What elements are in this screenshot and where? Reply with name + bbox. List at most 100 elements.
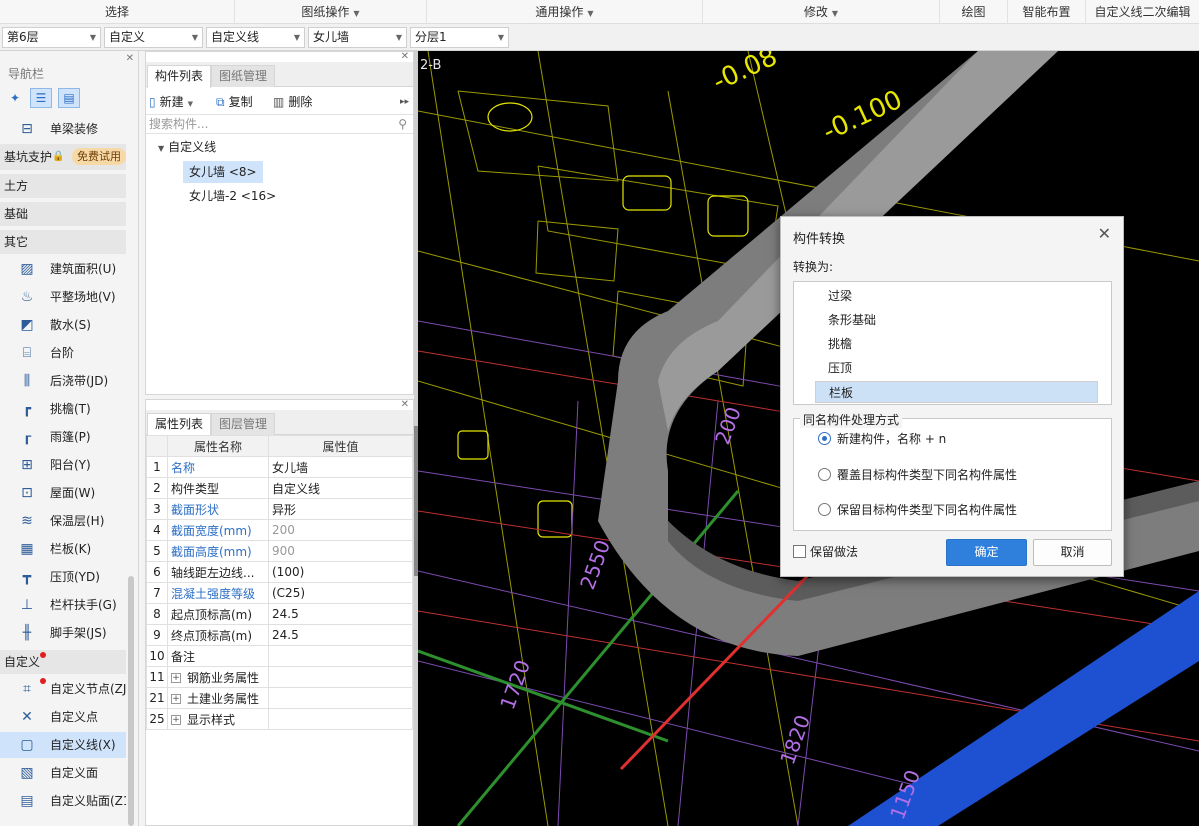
close-icon[interactable]: ✕: [401, 399, 409, 410]
nav-item-coping[interactable]: ┳ 压顶(YD): [0, 564, 126, 590]
prop-value[interactable]: 自定义线: [268, 477, 413, 499]
prop-value[interactable]: 900: [268, 540, 413, 562]
option-overwrite[interactable]: 覆盖目标构件类型下同名构件属性: [818, 465, 1017, 485]
table-row[interactable]: 25 + 显示样式: [146, 708, 413, 730]
nav-item-eaves[interactable]: ┏ 挑檐(T): [0, 396, 126, 422]
nav-item-post-pour-strip[interactable]: ⫼ 后浇带(JD): [0, 368, 126, 394]
ribbon-modify[interactable]: 修改 ▼: [703, 0, 940, 24]
table-row[interactable]: 10 备注: [146, 645, 413, 667]
tab-property-list[interactable]: 属性列表: [147, 413, 212, 436]
target-type-list[interactable]: 过梁 条形基础 挑檐 压顶 栏板: [793, 281, 1112, 405]
option-keep-target[interactable]: 保留目标构件类型下同名构件属性: [818, 500, 1017, 520]
table-row[interactable]: 9 终点顶标高(m) 24.5: [146, 624, 413, 646]
ribbon-custom-line-edit[interactable]: 自定义线二次编辑: [1086, 0, 1199, 24]
table-row[interactable]: 4 截面宽度(mm) 200: [146, 519, 413, 541]
list-item[interactable]: 条形基础: [815, 309, 1098, 331]
table-row[interactable]: 7 混凝土强度等级 (C25): [146, 582, 413, 604]
nav-item-canopy[interactable]: ┎ 雨篷(P): [0, 424, 126, 450]
tree-root[interactable]: ▼ 自定义线: [158, 136, 216, 158]
tab-layer-management[interactable]: 图层管理: [211, 413, 276, 435]
expand-icon[interactable]: +: [171, 694, 181, 704]
nav-item-custom-face[interactable]: ▧ 自定义面: [0, 760, 126, 786]
tab-component-list[interactable]: 构件列表: [147, 65, 212, 88]
close-icon[interactable]: ✕: [1098, 224, 1111, 243]
nav-item-parapet-panel[interactable]: ▦ 栏板(K): [0, 536, 126, 562]
tab-drawing-management[interactable]: 图纸管理: [211, 65, 276, 87]
table-row[interactable]: 8 起点顶标高(m) 24.5: [146, 603, 413, 625]
nav-item-steps[interactable]: ⌸ 台阶: [0, 340, 126, 366]
list-view-icon[interactable]: ☰: [30, 88, 52, 108]
nav-item-custom-point[interactable]: ✕ 自定义点: [0, 704, 126, 730]
nav-item-insulation[interactable]: ≋ 保温层(H): [0, 508, 126, 534]
tree-item-parapet-2[interactable]: 女儿墙-2 <16>: [189, 185, 276, 207]
expand-icon[interactable]: +: [171, 715, 181, 725]
radio-selected-icon[interactable]: [818, 432, 831, 445]
table-row[interactable]: 5 截面高度(mm) 900: [146, 540, 413, 562]
prop-group[interactable]: + 显示样式: [167, 708, 269, 730]
close-icon[interactable]: ✕: [126, 53, 134, 64]
radio-icon[interactable]: [818, 503, 831, 516]
nav-item-roof[interactable]: ⊡ 屋面(W): [0, 480, 126, 506]
free-trial-badge[interactable]: 免费试用: [72, 148, 126, 165]
table-row[interactable]: 21 + 土建业务属性: [146, 687, 413, 709]
prop-value[interactable]: [268, 645, 413, 667]
component-select[interactable]: 女儿墙 ▼: [308, 27, 407, 48]
prop-value[interactable]: 异形: [268, 498, 413, 520]
ribbon-common-ops[interactable]: 通用操作 ▼: [427, 0, 703, 24]
nav-item-site-leveling[interactable]: ♨ 平整场地(V): [0, 284, 126, 310]
nav-pit-support[interactable]: 基坑支护 🔒 免费试用: [0, 144, 126, 170]
ok-button[interactable]: 确定: [946, 539, 1027, 566]
nav-item-beam-decoration[interactable]: ⊟ 单梁装修: [0, 116, 126, 142]
cancel-button[interactable]: 取消: [1033, 539, 1112, 566]
ribbon-smart-layout[interactable]: 智能布置: [1008, 0, 1086, 24]
table-row[interactable]: 3 截面形状 异形: [146, 498, 413, 520]
nav-scrollbar[interactable]: [128, 576, 134, 826]
nav-item-balcony[interactable]: ⊞ 阳台(Y): [0, 452, 126, 478]
option-new-component[interactable]: 新建构件，名称 + n: [818, 429, 946, 449]
more-icon[interactable]: ▸▸: [400, 92, 409, 112]
list-item[interactable]: 挑檐: [815, 333, 1098, 355]
prop-value[interactable]: 200: [268, 519, 413, 541]
category-select[interactable]: 自定义 ▼: [104, 27, 203, 48]
table-row[interactable]: 11 + 钢筋业务属性: [146, 666, 413, 688]
nav-category-custom[interactable]: 自定义: [0, 650, 126, 674]
pin-icon[interactable]: ✦: [4, 88, 26, 108]
expand-icon[interactable]: +: [171, 673, 181, 683]
keep-method-checkbox[interactable]: 保留做法: [793, 543, 858, 561]
prop-value[interactable]: 24.5: [268, 624, 413, 646]
prop-value[interactable]: 女儿墙: [268, 456, 413, 478]
radio-icon[interactable]: [818, 468, 831, 481]
ribbon-draw[interactable]: 绘图: [940, 0, 1008, 24]
table-row[interactable]: 1 名称 女儿墙: [146, 456, 413, 478]
floor-select[interactable]: 第6层 ▼: [2, 27, 101, 48]
list-item[interactable]: 压顶: [815, 357, 1098, 379]
nav-item-custom-node[interactable]: ⌗ 自定义节点(ZJ: [0, 676, 126, 702]
prop-value[interactable]: (C25): [268, 582, 413, 604]
new-button[interactable]: ▯ 新建 ▼: [149, 92, 193, 112]
ribbon-drawing-ops[interactable]: 图纸操作 ▼: [235, 0, 427, 24]
list-item-selected[interactable]: 栏板: [815, 381, 1098, 403]
tree-item-parapet[interactable]: 女儿墙 <8>: [183, 161, 263, 183]
search-input[interactable]: 搜索构件... ⚲: [146, 114, 413, 134]
nav-category-other[interactable]: 其它: [0, 230, 126, 254]
table-row[interactable]: 2 构件类型 自定义线: [146, 477, 413, 499]
layer-select[interactable]: 分层1 ▼: [410, 27, 509, 48]
prop-group[interactable]: + 土建业务属性: [167, 687, 269, 709]
delete-button[interactable]: ▥ 删除: [273, 92, 312, 112]
nav-item-custom-patch[interactable]: ▤ 自定义贴面(Z1: [0, 788, 126, 814]
prop-value[interactable]: (100): [268, 561, 413, 583]
copy-button[interactable]: ⧉ 复制: [216, 92, 253, 112]
ribbon-select[interactable]: 选择: [0, 0, 235, 24]
nav-item-custom-line[interactable]: ▢ 自定义线(X): [0, 732, 126, 758]
table-row[interactable]: 6 轴线距左边线... (100): [146, 561, 413, 583]
type-select[interactable]: 自定义线 ▼: [206, 27, 305, 48]
detail-view-icon[interactable]: ▤: [58, 88, 80, 108]
nav-item-apron[interactable]: ◩ 散水(S): [0, 312, 126, 338]
checkbox-icon[interactable]: [793, 545, 806, 558]
prop-value[interactable]: 24.5: [268, 603, 413, 625]
nav-item-railing[interactable]: ⊥ 栏杆扶手(G): [0, 592, 126, 618]
list-item[interactable]: 过梁: [815, 285, 1098, 307]
prop-group[interactable]: + 钢筋业务属性: [167, 666, 269, 688]
nav-category-foundation[interactable]: 基础: [0, 202, 126, 226]
nav-category-earthwork[interactable]: 土方: [0, 174, 126, 198]
